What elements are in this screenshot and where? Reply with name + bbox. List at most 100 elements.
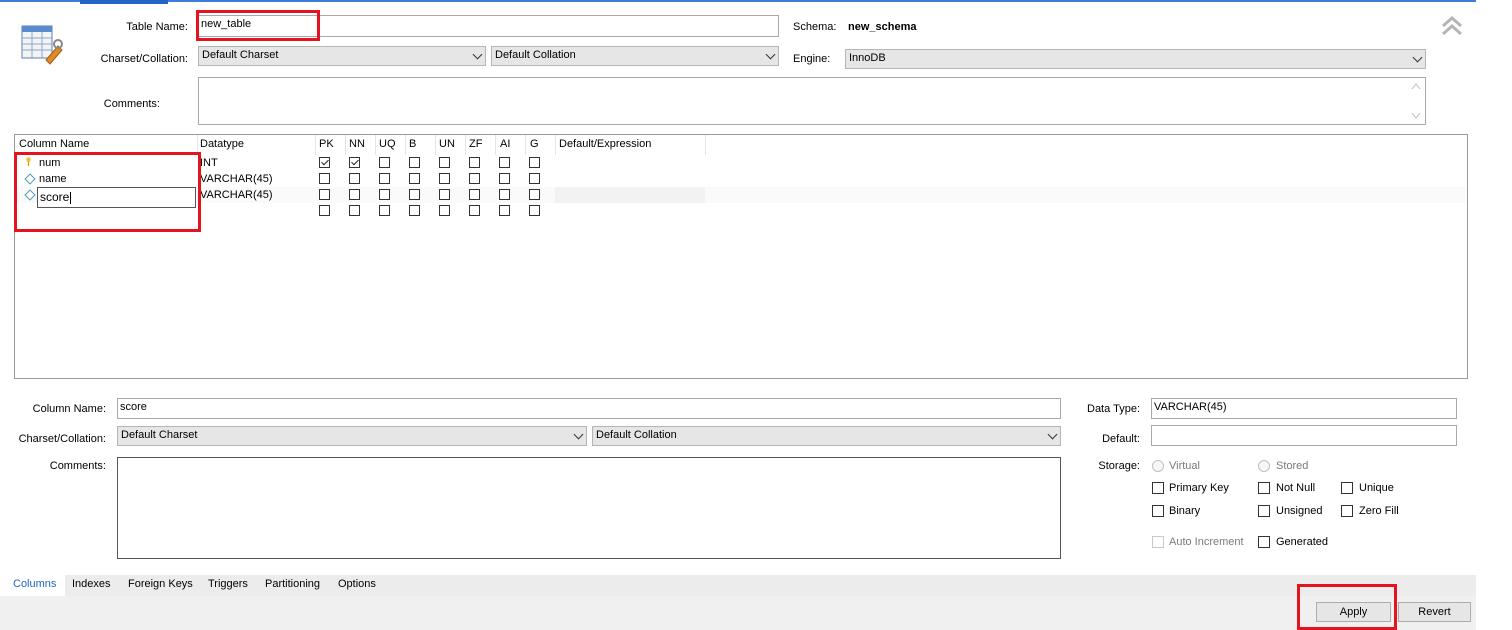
datatype-cell[interactable]: VARCHAR(45)	[200, 189, 273, 201]
g-checkbox[interactable]	[529, 205, 540, 216]
tab-foreign-keys[interactable]: Foreign Keys	[128, 578, 193, 590]
collapse-chevrons-icon[interactable]	[1440, 14, 1464, 38]
zf-checkbox[interactable]	[469, 205, 480, 216]
ai-checkbox[interactable]	[499, 189, 510, 200]
column-header-un[interactable]: UN	[439, 138, 455, 150]
scroll-up-icon[interactable]	[1411, 82, 1421, 90]
uq-checkbox[interactable]	[379, 157, 390, 168]
uq-checkbox[interactable]	[379, 189, 390, 200]
generated-checkbox[interactable]	[1258, 536, 1270, 548]
column-header-pk[interactable]: PK	[319, 138, 334, 150]
column-header-name[interactable]: Column Name	[19, 138, 89, 150]
un-checkbox[interactable]	[439, 157, 450, 168]
column-header-zf[interactable]: ZF	[469, 138, 482, 150]
un-checkbox[interactable]	[439, 173, 450, 184]
b-checkbox[interactable]	[409, 173, 420, 184]
engine-select-value: InnoDB	[849, 52, 886, 64]
datatype-cell[interactable]: VARCHAR(45)	[200, 173, 273, 185]
chevron-down-icon	[1047, 429, 1058, 440]
highlight-column-names	[14, 152, 201, 232]
primary-key-checkbox[interactable]	[1152, 482, 1164, 494]
un-checkbox[interactable]	[439, 189, 450, 200]
unique-checkbox[interactable]	[1341, 482, 1353, 494]
charset-select-value: Default Charset	[202, 49, 279, 61]
unsigned-checkbox[interactable]	[1258, 505, 1270, 517]
action-bar	[0, 596, 1476, 630]
table-row[interactable]: score VARCHAR(45)	[15, 187, 1467, 208]
column-header-nn[interactable]: NN	[349, 138, 365, 150]
g-checkbox[interactable]	[529, 157, 540, 168]
tab-indexes[interactable]: Indexes	[72, 578, 111, 590]
nn-checkbox[interactable]	[349, 189, 360, 200]
nn-checkbox[interactable]	[349, 157, 360, 168]
table-row[interactable]	[15, 203, 1467, 219]
table-name-label: Table Name:	[126, 21, 188, 33]
not-null-checkbox[interactable]	[1258, 482, 1270, 494]
column-name-label: Column Name:	[32, 403, 106, 415]
collation-select-value: Default Collation	[495, 49, 576, 61]
pk-checkbox[interactable]	[319, 173, 330, 184]
ai-checkbox[interactable]	[499, 205, 510, 216]
zf-checkbox[interactable]	[469, 189, 480, 200]
virtual-radio[interactable]	[1152, 460, 1164, 472]
unique-label: Unique	[1359, 482, 1394, 494]
g-checkbox[interactable]	[529, 173, 540, 184]
tab-options[interactable]: Options	[338, 578, 376, 590]
column-header-uq[interactable]: UQ	[379, 138, 396, 150]
table-comments-textarea[interactable]	[198, 77, 1426, 125]
zf-checkbox[interactable]	[469, 173, 480, 184]
table-row[interactable]: name VARCHAR(45)	[15, 171, 1467, 187]
nn-checkbox[interactable]	[349, 205, 360, 216]
b-checkbox[interactable]	[409, 157, 420, 168]
stored-radio[interactable]	[1258, 460, 1270, 472]
ai-checkbox[interactable]	[499, 173, 510, 184]
un-checkbox[interactable]	[439, 205, 450, 216]
tab-partitioning[interactable]: Partitioning	[265, 578, 320, 590]
editor-tabs: Columns Indexes Foreign Keys Triggers Pa…	[5, 575, 1476, 596]
zero-fill-checkbox[interactable]	[1341, 505, 1353, 517]
pk-checkbox[interactable]	[319, 157, 330, 168]
g-checkbox[interactable]	[529, 189, 540, 200]
scroll-down-icon[interactable]	[1411, 112, 1421, 120]
b-checkbox[interactable]	[409, 189, 420, 200]
column-header-datatype[interactable]: Datatype	[200, 138, 244, 150]
data-type-label: Data Type:	[1087, 403, 1140, 415]
column-header-default[interactable]: Default/Expression	[559, 138, 651, 150]
b-checkbox[interactable]	[409, 205, 420, 216]
data-type-input[interactable]: VARCHAR(45)	[1151, 398, 1457, 419]
column-name-input[interactable]: score	[117, 398, 1061, 419]
tab-columns[interactable]: Columns	[13, 578, 56, 590]
tab-triggers[interactable]: Triggers	[208, 578, 248, 590]
uq-checkbox[interactable]	[379, 173, 390, 184]
auto-increment-label: Auto Increment	[1169, 536, 1244, 548]
binary-checkbox[interactable]	[1152, 505, 1164, 517]
column-comments-textarea[interactable]	[117, 457, 1061, 559]
generated-label: Generated	[1276, 536, 1328, 548]
default-input[interactable]	[1151, 425, 1457, 446]
column-charset-select-value: Default Charset	[121, 429, 198, 441]
table-row[interactable]: num INT	[15, 155, 1467, 171]
pk-checkbox[interactable]	[319, 205, 330, 216]
column-header-ai[interactable]: AI	[500, 138, 510, 150]
charset-collation-label: Charset/Collation:	[100, 53, 188, 65]
datatype-cell[interactable]: INT	[200, 157, 218, 169]
nn-checkbox[interactable]	[349, 173, 360, 184]
charset-select[interactable]: Default Charset	[198, 46, 486, 66]
auto-increment-checkbox[interactable]	[1152, 536, 1164, 548]
column-charset-select[interactable]: Default Charset	[117, 426, 587, 446]
revert-button[interactable]: Revert	[1398, 602, 1471, 622]
column-header-g[interactable]: G	[530, 138, 539, 150]
engine-select[interactable]: InnoDB	[845, 49, 1426, 69]
column-charset-label: Charset/Collation:	[18, 433, 106, 445]
column-header-b[interactable]: B	[409, 138, 416, 150]
ai-checkbox[interactable]	[499, 157, 510, 168]
collation-select[interactable]: Default Collation	[491, 46, 779, 66]
column-collation-select[interactable]: Default Collation	[592, 426, 1061, 446]
uq-checkbox[interactable]	[379, 205, 390, 216]
binary-label: Binary	[1169, 505, 1201, 517]
active-editor-tab-indicator	[80, 0, 168, 4]
stored-radio-label: Stored	[1276, 460, 1309, 472]
zf-checkbox[interactable]	[469, 157, 480, 168]
pk-checkbox[interactable]	[319, 189, 330, 200]
columns-grid[interactable]: Column Name Datatype PK NN UQ B UN ZF AI…	[14, 134, 1468, 379]
